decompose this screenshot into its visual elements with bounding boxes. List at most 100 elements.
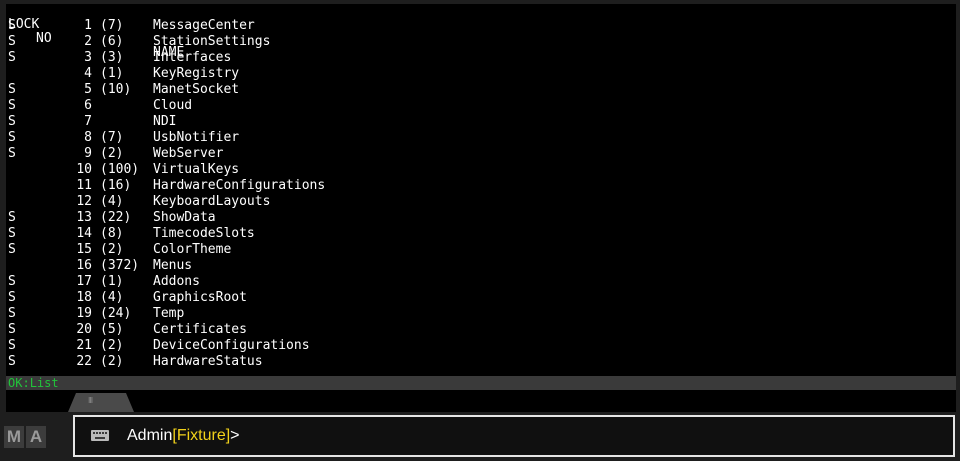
- prompt-user: Admin: [127, 427, 173, 444]
- command-window-tab[interactable]: [68, 393, 134, 412]
- row-no: 9: [84, 146, 92, 161]
- status-ok-label: OK:: [8, 376, 30, 390]
- row-name: Temp: [153, 306, 185, 321]
- row-lock: S: [8, 34, 16, 49]
- row-count: (4): [100, 194, 124, 209]
- row-lock: S: [8, 290, 16, 305]
- row-count: (16): [100, 178, 132, 193]
- command-line-input[interactable]: Admin[Fixture]>: [73, 415, 955, 457]
- row-name: Cloud: [153, 98, 193, 113]
- row-name: VirtualKeys: [153, 162, 240, 177]
- status-line: OK:List: [6, 376, 956, 390]
- list-row: 4 (1) KeyRegistry: [6, 66, 956, 82]
- row-no: 1: [84, 18, 92, 33]
- logo-letter-m: M: [4, 426, 24, 448]
- object-list: S 1 (7) MessageCenter S 2 (6) StationSettings S 3…: [6, 18, 956, 370]
- row-no: 6: [84, 98, 92, 113]
- row-name: Addons: [153, 274, 200, 289]
- row-no: 7: [84, 114, 92, 129]
- row-count: (10): [100, 82, 132, 97]
- row-lock: S: [8, 210, 16, 225]
- row-no: 17: [76, 274, 92, 289]
- row-count: (4): [100, 290, 124, 305]
- row-lock: S: [8, 114, 16, 129]
- command-line-history[interactable]: LOCK NO NAME S 1 (7) MessageCenter S 2 (6) Stat…: [6, 4, 956, 376]
- row-name: KeyboardLayouts: [153, 194, 271, 209]
- row-count: (2): [100, 146, 124, 161]
- grip-handle-icon[interactable]: III: [88, 396, 93, 405]
- list-row: S 8 (7) UsbNotifier: [6, 130, 956, 146]
- list-row: 16 (372) Menus: [6, 258, 956, 274]
- command-prompt: Admin[Fixture]>: [127, 426, 240, 446]
- row-lock: S: [8, 322, 16, 337]
- list-row: S 7 NDI: [6, 114, 956, 130]
- row-no: 3: [84, 50, 92, 65]
- row-name: GraphicsRoot: [153, 290, 247, 305]
- row-lock: S: [8, 242, 16, 257]
- list-row: S 14 (8) TimecodeSlots: [6, 226, 956, 242]
- logo-letter-a: A: [26, 426, 46, 448]
- row-no: 19: [76, 306, 92, 321]
- list-row: S 19 (24) Temp: [6, 306, 956, 322]
- row-lock: S: [8, 274, 16, 289]
- row-count: (2): [100, 338, 124, 353]
- row-name: Menus: [153, 258, 193, 273]
- row-lock: S: [8, 354, 16, 369]
- grandma3-command-window: LOCK NO NAME S 1 (7) MessageCenter S 2 (6) Stat…: [0, 0, 960, 461]
- row-no: 22: [76, 354, 92, 369]
- row-no: 8: [84, 130, 92, 145]
- row-lock: S: [8, 50, 16, 65]
- list-row: S 5 (10) ManetSocket: [6, 82, 956, 98]
- row-lock: S: [8, 98, 16, 113]
- row-count: (2): [100, 354, 124, 369]
- row-no: 12: [76, 194, 92, 209]
- row-no: 21: [76, 338, 92, 353]
- list-row: S 3 (3) Interfaces: [6, 50, 956, 66]
- list-row: S 6 Cloud: [6, 98, 956, 114]
- row-no: 2: [84, 34, 92, 49]
- row-count: (3): [100, 50, 124, 65]
- row-name: Certificates: [153, 322, 247, 337]
- row-name: MessageCenter: [153, 18, 255, 33]
- row-count: (1): [100, 274, 124, 289]
- keyboard-icon[interactable]: [91, 430, 109, 441]
- list-row: S 9 (2) WebServer: [6, 146, 956, 162]
- row-lock: S: [8, 338, 16, 353]
- row-name: Interfaces: [153, 50, 232, 65]
- window-tab-strip: III: [6, 390, 956, 412]
- row-count: (7): [100, 18, 124, 33]
- list-row: S 18 (4) GraphicsRoot: [6, 290, 956, 306]
- row-lock: S: [8, 146, 16, 161]
- row-count: (372): [100, 258, 140, 273]
- list-row: 11 (16) HardwareConfigurations: [6, 178, 956, 194]
- row-name: ShowData: [153, 210, 216, 225]
- row-no: 5: [84, 82, 92, 97]
- row-no: 11: [76, 178, 92, 193]
- row-count: (7): [100, 130, 124, 145]
- list-row: S 22 (2) HardwareStatus: [6, 354, 956, 370]
- row-name: KeyRegistry: [153, 66, 240, 81]
- list-header-row: LOCK NO NAME: [6, 4, 956, 60]
- row-count: (8): [100, 226, 124, 241]
- row-name: NDI: [153, 114, 177, 129]
- row-no: 4: [84, 66, 92, 81]
- prompt-caret: >: [230, 427, 240, 444]
- list-row: 12 (4) KeyboardLayouts: [6, 194, 956, 210]
- row-count: (22): [100, 210, 132, 225]
- row-name: UsbNotifier: [153, 130, 240, 145]
- row-no: 14: [76, 226, 92, 241]
- list-row: S 15 (2) ColorTheme: [6, 242, 956, 258]
- prompt-context: Fixture: [176, 427, 226, 444]
- row-no: 20: [76, 322, 92, 337]
- row-no: 15: [76, 242, 92, 257]
- command-bar: M A Admin[Fixture]>: [0, 412, 960, 461]
- ma-logo[interactable]: M A: [4, 426, 46, 448]
- row-count: (5): [100, 322, 124, 337]
- row-lock: S: [8, 306, 16, 321]
- row-name: TimecodeSlots: [153, 226, 255, 241]
- row-count: (6): [100, 34, 124, 49]
- list-row: S 2 (6) StationSettings: [6, 34, 956, 50]
- row-no: 16: [76, 258, 92, 273]
- row-name: HardwareConfigurations: [153, 178, 326, 193]
- row-lock: S: [8, 130, 16, 145]
